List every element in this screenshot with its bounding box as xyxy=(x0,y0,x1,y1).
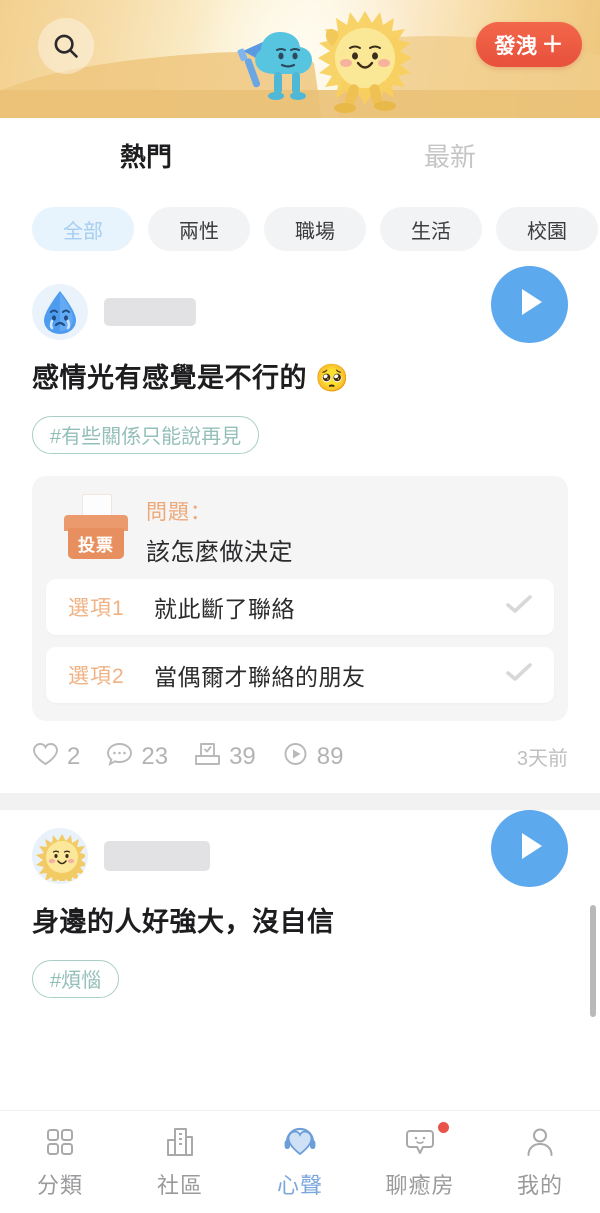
poll-option-1[interactable]: 選項1 就此斷了聯絡 xyxy=(46,578,554,635)
poll-option-2-text: 當偶爾才聯絡的朋友 xyxy=(154,663,366,690)
poll-card: 投票 問題： 該怎麼做決定 選項1 就此斷了聯絡 選項2 當偶爾才聯絡的朋友 xyxy=(32,475,568,721)
tab-hot[interactable]: 熱門 xyxy=(120,137,172,174)
post-play-button[interactable] xyxy=(491,809,568,887)
play-count: 89 xyxy=(316,742,344,770)
play-icon xyxy=(514,285,546,324)
play-icon xyxy=(514,829,546,868)
post-header xyxy=(32,266,568,350)
post-divider xyxy=(0,792,600,810)
poll-option-2[interactable]: 選項2 當偶爾才聯絡的朋友 xyxy=(46,646,554,703)
vote-stat[interactable]: 39 xyxy=(194,742,256,772)
ballot-label: 投票 xyxy=(68,527,124,559)
post-timestamp: 3天前 xyxy=(516,748,568,771)
heart-headphones-icon xyxy=(283,1125,317,1159)
category-chip-campus[interactable]: 校園 xyxy=(496,207,598,251)
poll-option-2-index: 選項2 xyxy=(68,664,125,688)
feed-tabs: 熱門 最新 xyxy=(0,118,600,192)
poll-header: 投票 問題： 該怎麼做決定 xyxy=(46,492,554,567)
nav-item-categories[interactable]: 分類 xyxy=(0,1111,120,1213)
grid-icon xyxy=(44,1125,76,1159)
vent-button-label: 發洩 xyxy=(494,34,538,58)
poll-option-1-index: 選項1 xyxy=(68,596,125,620)
vote-box-icon: 投票 xyxy=(60,493,132,560)
sun-mascot xyxy=(305,6,430,118)
nav-label-profile: 我的 xyxy=(516,1172,563,1198)
post-tag-row: #有些關係只能說再見 xyxy=(32,396,568,454)
poll-question-block: 問題： 該怎麼做決定 xyxy=(146,494,293,567)
search-icon xyxy=(51,31,81,61)
bottom-navigation: 分類 社區 心聲 聊癒房 我的 xyxy=(0,1110,600,1213)
post-title[interactable]: 身邊的人好強大，沒自信 xyxy=(32,894,568,940)
vote-box-icon xyxy=(194,742,221,772)
poll-question-text: 該怎麼做決定 xyxy=(146,538,293,566)
nav-item-chatroom[interactable]: 聊癒房 xyxy=(360,1111,480,1213)
like-stat[interactable]: 2 xyxy=(32,742,80,772)
category-chip-life[interactable]: 生活 xyxy=(380,207,482,251)
post-card: 感情光有感覺是不行的 🥺 #有些關係只能說再見 投票 問題： 該怎麼做決定 選項… xyxy=(0,266,600,793)
comment-stat[interactable]: 23 xyxy=(106,742,168,772)
plus-icon: ＋ xyxy=(541,31,564,57)
like-count: 2 xyxy=(67,742,81,770)
comment-count: 23 xyxy=(141,742,169,770)
post-header xyxy=(32,809,568,894)
poll-option-1-text: 就此斷了聯絡 xyxy=(154,595,295,622)
nav-label-chatroom: 聊癒房 xyxy=(385,1172,455,1198)
post-tag-row: #煩惱 xyxy=(32,940,568,998)
category-chip-relationships[interactable]: 兩性 xyxy=(148,207,250,251)
check-icon[interactable] xyxy=(504,592,534,621)
nav-item-profile[interactable]: 我的 xyxy=(480,1111,600,1213)
vertical-scrollbar[interactable] xyxy=(590,905,596,1017)
post-hashtag[interactable]: #煩惱 xyxy=(32,959,120,998)
buildings-icon xyxy=(164,1125,196,1159)
person-icon xyxy=(524,1125,556,1159)
nav-label-categories: 分類 xyxy=(36,1172,83,1198)
notification-badge-dot xyxy=(438,1121,449,1133)
post-title[interactable]: 感情光有感覺是不行的 🥺 xyxy=(32,350,568,396)
username-redacted xyxy=(104,840,210,871)
crying-teardrop-avatar[interactable] xyxy=(32,284,88,340)
vent-post-button[interactable]: 發洩 ＋ xyxy=(476,22,582,67)
category-filter-bar[interactable]: 全部 兩性 職場 生活 校園 xyxy=(0,192,600,266)
post-stats: 2 23 39 89 3天前 xyxy=(32,721,568,793)
comment-icon xyxy=(106,742,133,772)
post-feed: 感情光有感覺是不行的 🥺 #有些關係只能說再見 投票 問題： 該怎麼做決定 選項… xyxy=(0,266,600,998)
heart-icon xyxy=(32,742,59,772)
search-button[interactable] xyxy=(38,18,94,74)
chat-bubble-icon xyxy=(404,1121,449,1159)
nav-item-community[interactable]: 社區 xyxy=(120,1111,240,1213)
play-stat[interactable]: 89 xyxy=(282,742,344,772)
hero-banner: 發洩 ＋ xyxy=(0,0,600,118)
category-chip-all[interactable]: 全部 xyxy=(32,207,134,251)
app-root: 發洩 ＋ 熱門 最新 全部 兩性 職場 生活 校園 感情光有感覺是不行的 🥺 #… xyxy=(0,0,600,1213)
nav-item-voices[interactable]: 心聲 xyxy=(240,1111,360,1213)
category-chip-workplace[interactable]: 職場 xyxy=(264,207,366,251)
check-icon[interactable] xyxy=(504,660,534,689)
vote-count: 39 xyxy=(229,742,256,770)
post-card: 身邊的人好強大，沒自信 #煩惱 xyxy=(0,809,600,998)
play-circle-icon xyxy=(282,742,309,772)
tab-latest[interactable]: 最新 xyxy=(424,137,476,174)
nav-label-community: 社區 xyxy=(156,1172,203,1198)
sun-avatar[interactable] xyxy=(32,827,88,884)
username-redacted xyxy=(104,298,196,326)
post-hashtag[interactable]: #有些關係只能說再見 xyxy=(32,415,260,454)
post-play-button[interactable] xyxy=(491,266,568,343)
nav-label-voices: 心聲 xyxy=(276,1172,323,1198)
poll-question-label: 問題： xyxy=(146,500,212,524)
